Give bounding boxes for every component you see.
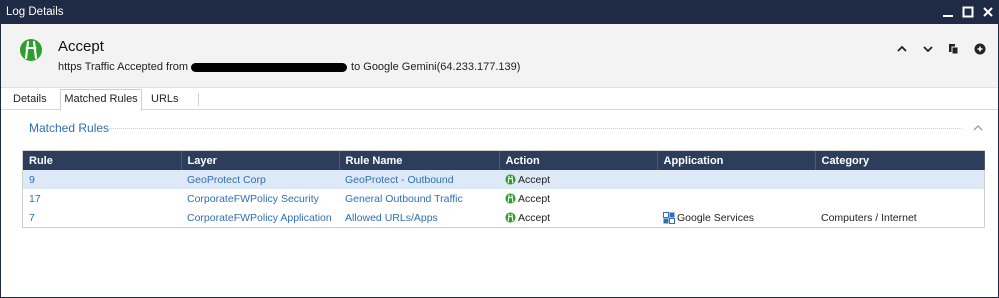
close-icon[interactable]: [981, 5, 995, 19]
rule-number-link[interactable]: 17: [29, 193, 41, 205]
chevron-up-icon[interactable]: [894, 41, 910, 57]
layer-link[interactable]: CorporateFWPolicy Security: [187, 193, 319, 205]
chevron-down-icon[interactable]: [920, 41, 936, 57]
column-header-layer[interactable]: Layer: [181, 151, 340, 170]
matched-rules-table: Rule Layer Rule Name Action Application …: [22, 150, 985, 228]
accept-icon: [505, 174, 516, 185]
chevron-up-icon[interactable]: [971, 121, 985, 135]
layer-link[interactable]: GeoProtect Corp: [187, 174, 266, 186]
column-header-category[interactable]: Category: [815, 151, 985, 170]
rule-name-link[interactable]: General Outbound Traffic: [345, 193, 463, 205]
column-header-application[interactable]: Application: [657, 151, 816, 170]
log-action-title: Accept: [58, 38, 104, 55]
action-label: Accept: [518, 173, 551, 186]
tab-urls[interactable]: URLs: [151, 90, 179, 109]
accept-icon: [19, 38, 43, 62]
action-label: Accept: [518, 192, 551, 205]
window-titlebar: Log Details: [0, 0, 999, 24]
application-label: Google Services: [677, 211, 755, 224]
rule-number-link[interactable]: 7: [29, 212, 35, 224]
tab-details[interactable]: Details: [13, 90, 47, 109]
layer-link[interactable]: CorporateFWPolicy Application: [187, 212, 332, 224]
accept-icon: [505, 193, 516, 204]
action-cell: Accept: [505, 212, 657, 224]
application-cell: Google Services: [663, 211, 815, 224]
table-header-row: Rule Layer Rule Name Action Application …: [23, 151, 985, 170]
rule-number-link[interactable]: 9: [29, 174, 35, 186]
more-icon[interactable]: [972, 41, 988, 57]
table-row[interactable]: 17 CorporateFWPolicy Security General Ou…: [23, 189, 984, 208]
window-controls: [941, 0, 995, 24]
action-label: Accept: [518, 211, 551, 224]
copy-icon[interactable]: [946, 41, 962, 57]
column-header-rule-name[interactable]: Rule Name: [339, 151, 500, 170]
section-title: Matched Rules: [29, 121, 110, 135]
action-cell: Accept: [505, 193, 657, 205]
summary-suffix: to Google Gemini(64.233.177.139): [351, 61, 521, 73]
maximize-icon[interactable]: [961, 5, 975, 19]
log-header: Accept https Traffic Accepted from to Goo…: [1, 24, 998, 88]
column-header-rule[interactable]: Rule: [23, 151, 182, 170]
section-divider: [107, 128, 962, 129]
column-header-action[interactable]: Action: [499, 151, 658, 170]
summary-prefix: https Traffic Accepted from: [58, 61, 189, 73]
log-details-window: Accept https Traffic Accepted from to Goo…: [0, 24, 999, 298]
redacted-source: [191, 62, 348, 72]
table-row[interactable]: 7 CorporateFWPolicy Application Allowed …: [23, 208, 984, 227]
window-title: Log Details: [6, 6, 64, 18]
tab-matched-rules[interactable]: Matched Rules: [60, 89, 142, 111]
tab-divider: [198, 93, 199, 106]
log-summary: https Traffic Accepted from to Google Gem…: [58, 61, 520, 73]
accept-icon: [505, 212, 516, 223]
tab-bar: Details Matched Rules URLs: [1, 88, 998, 111]
minimize-icon[interactable]: [941, 5, 955, 19]
header-actions: [894, 41, 988, 57]
category-cell: Computers / Internet: [821, 211, 917, 224]
application-icon: [663, 211, 675, 224]
action-cell: Accept: [505, 174, 657, 186]
rule-name-link[interactable]: GeoProtect - Outbound: [345, 174, 454, 186]
table-row[interactable]: 9 GeoProtect Corp GeoProtect - Outbound …: [23, 170, 984, 189]
rule-name-link[interactable]: Allowed URLs/Apps: [345, 212, 438, 224]
